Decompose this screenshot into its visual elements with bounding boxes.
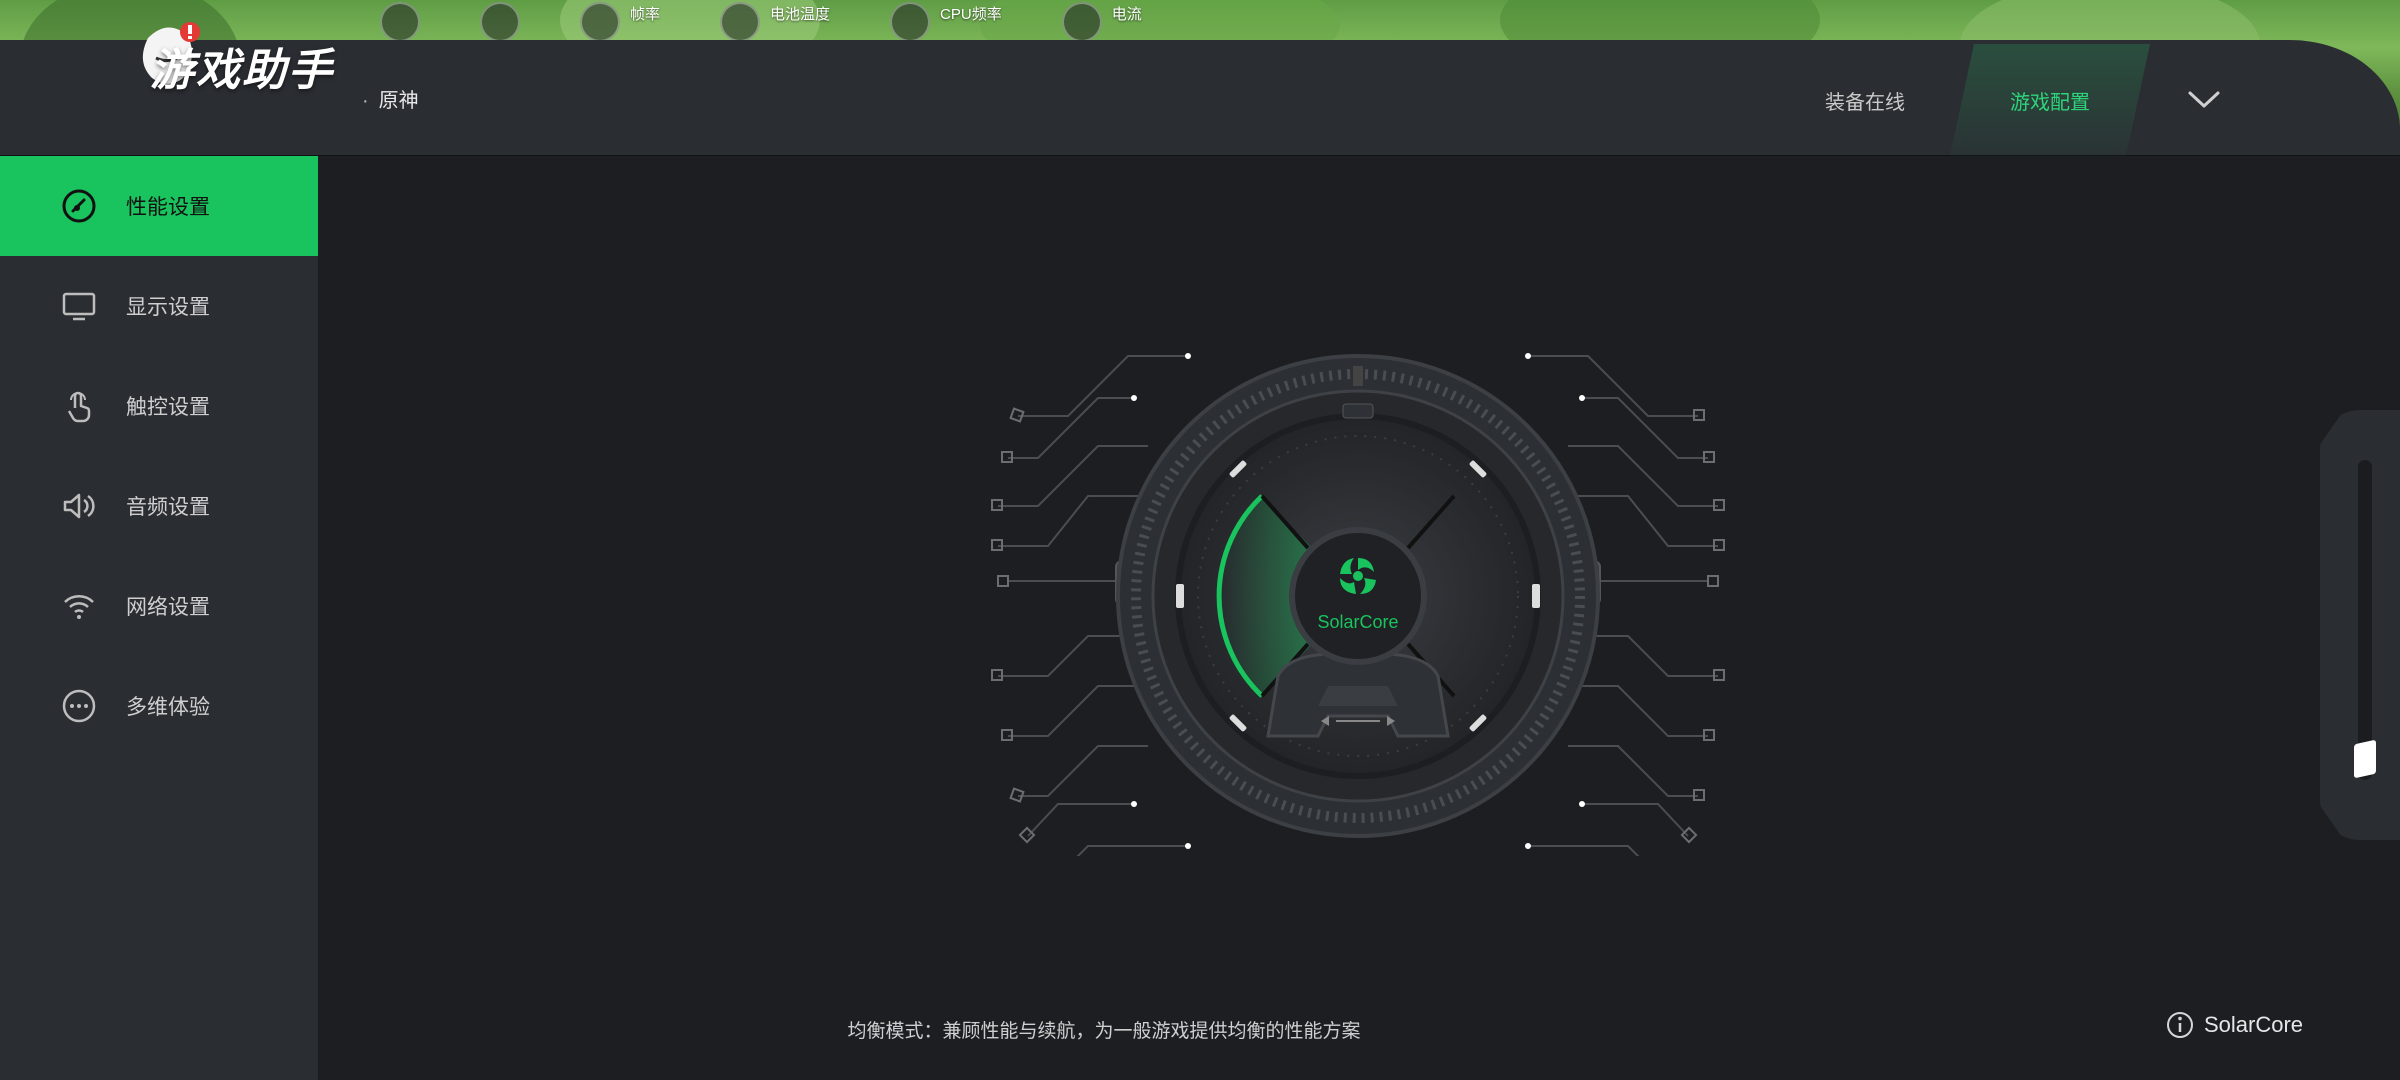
touch-icon [60, 387, 98, 425]
game-name-dot: · [362, 90, 369, 112]
solarcore-info[interactable]: SolarCore [2166, 1011, 2303, 1039]
speedometer-icon [60, 187, 98, 225]
brand-info-label: SolarCore [2204, 1012, 2304, 1037]
chevron-down-icon [2188, 91, 2220, 108]
mode-description: 均衡模式：兼顾性能与续航，为一般游戏提供均衡的性能方案 [847, 1021, 1361, 1042]
sidebar: 性能设置 显示设置 触控设置 音频设置 网络设置 多维体验 [0, 156, 318, 1080]
main-content: SolarCore 均衡模式：兼顾性能与续航，为一般游戏提供均衡的性能方案 So… [318, 156, 2400, 1080]
sidebar-item-audio[interactable]: 音频设置 [0, 456, 318, 556]
performance-dial[interactable]: SolarCore [858, 336, 1858, 856]
hud-item-current: 电流 [1061, 2, 1142, 42]
cpu-icon [890, 2, 931, 42]
hud-item-battery-temp: 电池温度 [720, 2, 830, 42]
fps-icon [580, 2, 620, 42]
sidebar-item-label: 触控设置 [126, 396, 210, 419]
sidebar-item-label: 音频设置 [126, 496, 210, 519]
hud-item-fps: 帧率 [580, 2, 660, 42]
tab-equipment-online[interactable]: 装备在线 [1790, 44, 1940, 156]
tab-game-config[interactable]: 游戏配置 [1950, 44, 2150, 156]
collapse-button[interactable] [2180, 76, 2228, 124]
game-name-label: 原神 [378, 90, 419, 112]
sidebar-item-experience[interactable]: 多维体验 [0, 656, 318, 756]
edge-slider-thumb[interactable] [2354, 739, 2376, 779]
hud-label: 帧率 [630, 5, 661, 23]
hud-label: 电流 [1111, 5, 1142, 23]
performance-hud: 帧率 电池温度 CPU频率 电流 [380, 0, 1142, 44]
dial-brand-label: SolarCore [1317, 612, 1398, 632]
sidebar-item-label: 多维体验 [126, 696, 210, 719]
current-icon [1061, 2, 1102, 42]
sidebar-item-label: 性能设置 [126, 196, 210, 219]
edge-slider-track[interactable] [2358, 460, 2372, 780]
more-icon [60, 687, 98, 725]
sidebar-item-touch[interactable]: 触控设置 [0, 356, 318, 456]
speaker-icon [60, 487, 98, 525]
dial-center-hub [1289, 527, 1427, 665]
sidebar-item-network[interactable]: 网络设置 [0, 556, 318, 656]
app-title: 游戏助手 [150, 46, 334, 95]
wifi-icon [60, 587, 98, 625]
hud-item-cpu: CPU频率 [890, 2, 1002, 42]
hud-label: 电池温度 [770, 5, 831, 23]
sidebar-item-label: 显示设置 [126, 296, 210, 319]
sidebar-item-label: 网络设置 [126, 596, 210, 619]
battery-icon [720, 2, 761, 42]
hud-icon [480, 2, 520, 42]
hud-icon [380, 2, 420, 42]
circuit-nodes-right [1680, 409, 1725, 844]
sidebar-item-performance[interactable]: 性能设置 [0, 156, 318, 256]
hud-label: CPU频率 [940, 5, 1002, 23]
info-icon [2167, 1012, 2193, 1038]
sidebar-item-display[interactable]: 显示设置 [0, 256, 318, 356]
monitor-icon [60, 287, 98, 325]
game-name: · 原神 [362, 84, 419, 113]
circuit-nodes-left [991, 407, 1036, 844]
